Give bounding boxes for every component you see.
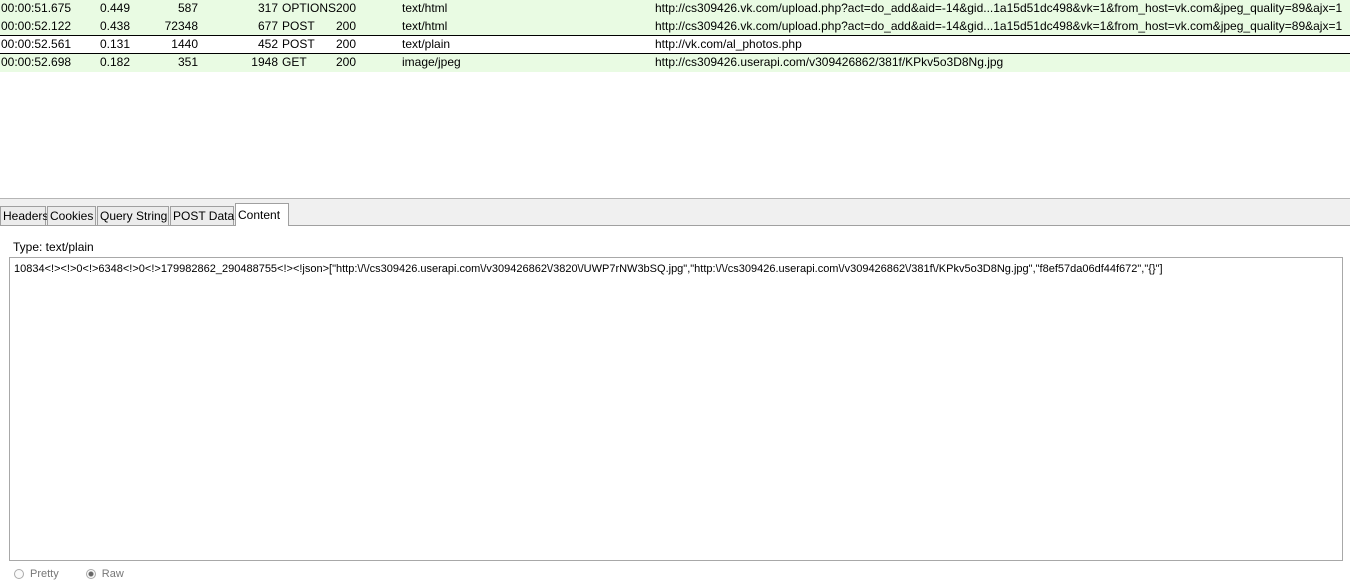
response-content-text[interactable]: 10834<!><!>0<!>6348<!>0<!>179982862_2904… <box>9 257 1343 561</box>
request-received-bytes: 1948 <box>251 55 278 69</box>
request-method: OPTIONS <box>282 1 337 15</box>
request-method: POST <box>282 37 315 51</box>
request-status: 200 <box>336 1 357 15</box>
request-url: http://cs309426.vk.com/upload.php?act=do… <box>655 1 1343 15</box>
pretty-option[interactable]: Pretty <box>14 568 59 580</box>
raw-label: Raw <box>101 568 124 580</box>
tab-query-string[interactable]: Query String <box>97 206 169 225</box>
content-type-label: Type: text/plain <box>13 240 94 254</box>
raw-radio[interactable] <box>85 569 96 580</box>
request-method: POST <box>282 19 315 33</box>
request-sent-bytes: 1440 <box>171 37 198 51</box>
view-options: Pretty Raw <box>14 568 148 580</box>
request-content-type: text/html <box>402 19 448 33</box>
request-row[interactable]: 00:00:52.122 0.438 72348 677 POST 200 te… <box>0 18 1350 36</box>
request-time: 00:00:52.122 <box>1 19 72 33</box>
request-list: 00:00:51.675 0.449 587 317 OPTIONS 200 t… <box>0 0 1350 198</box>
raw-option[interactable]: Raw <box>85 568 124 580</box>
request-url: http://cs309426.userapi.com/v309426862/3… <box>655 55 1004 69</box>
tab-cookies[interactable]: Cookies <box>47 206 96 225</box>
request-sent-bytes: 351 <box>177 55 198 69</box>
request-time: 00:00:51.675 <box>1 1 72 15</box>
content-panel: Type: text/plain 10834<!><!>0<!>6348<!>0… <box>0 226 1350 574</box>
request-row[interactable]: 00:00:51.675 0.449 587 317 OPTIONS 200 t… <box>0 0 1350 18</box>
request-received-bytes: 452 <box>257 37 278 51</box>
request-row-selected[interactable]: 00:00:52.561 0.131 1440 452 POST 200 tex… <box>0 35 1350 54</box>
request-status: 200 <box>336 37 357 51</box>
tab-headers[interactable]: Headers <box>0 206 48 225</box>
request-url: http://vk.com/al_photos.php <box>655 37 802 51</box>
request-sent-bytes: 587 <box>177 1 198 15</box>
tab-content[interactable]: Content <box>235 203 289 226</box>
request-row[interactable]: 00:00:52.698 0.182 351 1948 GET 200 imag… <box>0 54 1350 72</box>
request-url: http://cs309426.vk.com/upload.php?act=do… <box>655 19 1343 33</box>
request-content-type: text/plain <box>402 37 451 51</box>
request-status: 200 <box>336 55 357 69</box>
pretty-label: Pretty <box>30 568 59 580</box>
detail-tab-bar: Headers Cookies Query String POST Data C… <box>0 203 1350 226</box>
request-time: 00:00:52.561 <box>1 37 72 51</box>
request-received-bytes: 677 <box>257 19 278 33</box>
request-content-type: image/jpeg <box>402 55 461 69</box>
request-received-bytes: 317 <box>257 1 278 15</box>
request-content-type: text/html <box>402 1 448 15</box>
tab-post-data[interactable]: POST Data <box>170 206 234 225</box>
request-time: 00:00:52.698 <box>1 55 72 69</box>
request-sent-bytes: 72348 <box>164 19 198 33</box>
request-method: GET <box>282 55 307 69</box>
request-status: 200 <box>336 19 357 33</box>
pretty-radio[interactable] <box>14 569 24 580</box>
